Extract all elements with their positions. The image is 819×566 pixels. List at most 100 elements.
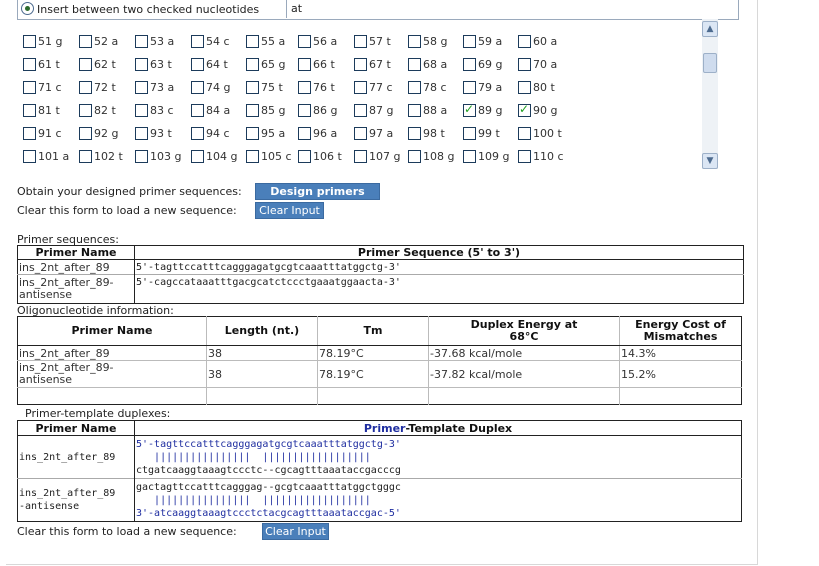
nucleotide-label: 85 g — [261, 104, 286, 117]
nucleotide-checkbox[interactable] — [79, 127, 92, 140]
nucleotide-checkbox[interactable] — [191, 81, 204, 94]
nucleotide-checkbox[interactable] — [79, 58, 92, 71]
nucleotide-checkbox[interactable] — [135, 81, 148, 94]
dup-alignment: 5'-tagttccatttcagggagatgcgtcaaatttatggct… — [135, 436, 742, 479]
nucleotide-checkbox[interactable] — [518, 81, 531, 94]
nucleotide-label: 84 a — [206, 104, 231, 117]
nucleotide-label: 74 g — [206, 81, 231, 94]
nucleotide-checkbox[interactable] — [298, 150, 311, 163]
insert-sequence-input[interactable]: at — [286, 0, 741, 18]
table-row: ins_2nt_after_89 38 78.19°C -37.68 kcal/… — [17, 345, 742, 361]
nucleotide-checkbox[interactable] — [354, 35, 367, 48]
nucleotide-checkbox[interactable] — [23, 58, 36, 71]
table-row — [17, 387, 742, 405]
nucleotide-checkbox[interactable] — [135, 35, 148, 48]
nucleotide-checkbox[interactable] — [135, 127, 148, 140]
nucleotide-checkbox[interactable] — [298, 104, 311, 117]
nucleotide-checkbox[interactable] — [408, 150, 421, 163]
nucleotide-label: 70 a — [533, 58, 558, 71]
dup-header-suffix: -Template Duplex — [405, 421, 513, 435]
nucleotide-checkbox[interactable] — [518, 102, 531, 117]
nucleotide-checkbox[interactable] — [191, 150, 204, 163]
scroll-down-arrow-icon[interactable]: ▼ — [702, 153, 718, 169]
scroll-thumb[interactable] — [703, 53, 717, 73]
nucleotide-grid: 51 g 52 a 53 a 54 c 55 a 56 a 57 t 58 g 59 a 60 a… — [17, 19, 717, 169]
empty-cell — [17, 387, 207, 405]
nucleotide-label: 60 a — [533, 35, 558, 48]
nucleotide-checkbox[interactable] — [23, 127, 36, 140]
nucleotide-checkbox[interactable] — [354, 58, 367, 71]
nucleotide-checkbox[interactable] — [79, 35, 92, 48]
nucleotide-label: 91 c — [38, 127, 62, 140]
col-mismatch-cost: Energy Cost of Mismatches — [619, 316, 742, 346]
nucleotide-checkbox[interactable] — [298, 35, 311, 48]
nucleotide-label: 79 a — [478, 81, 503, 94]
insert-radio[interactable] — [21, 2, 34, 15]
nucleotide-checkbox[interactable] — [246, 81, 259, 94]
nucleotide-checkbox[interactable] — [246, 58, 259, 71]
nucleotide-checkbox[interactable] — [463, 102, 476, 117]
nucleotide-checkbox[interactable] — [246, 150, 259, 163]
nucleotide-checkbox[interactable] — [298, 81, 311, 94]
nucleotide-checkbox[interactable] — [408, 81, 421, 94]
nucleotide-checkbox[interactable] — [191, 104, 204, 117]
nucleotide-checkbox[interactable] — [408, 127, 421, 140]
col-primer-sequence: Primer Sequence (5' to 3') — [134, 245, 744, 260]
nucleotide-label: 65 g — [261, 58, 286, 71]
nucleotide-checkbox[interactable] — [23, 150, 36, 163]
nucleotide-checkbox[interactable] — [463, 150, 476, 163]
nucleotide-checkbox[interactable] — [23, 81, 36, 94]
design-primers-button[interactable]: Design primers — [255, 183, 380, 200]
nucleotide-label: 102 t — [94, 150, 123, 163]
nucleotide-checkbox[interactable] — [408, 35, 421, 48]
oligo-mismatch-cost: 14.3% — [619, 345, 742, 361]
dup-template-line: gactagttccatttcagggag--gcgtcaaatttatggct… — [136, 481, 401, 493]
nucleotide-checkbox[interactable] — [463, 58, 476, 71]
nucleotide-checkbox[interactable] — [135, 104, 148, 117]
nucleotide-checkbox[interactable] — [298, 127, 311, 140]
nucleotide-checkbox[interactable] — [463, 127, 476, 140]
nucleotide-label: 92 g — [94, 127, 119, 140]
nucleotide-checkbox[interactable] — [354, 150, 367, 163]
nucleotide-checkbox[interactable] — [518, 150, 531, 163]
nucleotide-checkbox[interactable] — [79, 81, 92, 94]
table-row: ins_2nt_after_89 5'-tagttccatttcagggagat… — [17, 435, 742, 479]
oligo-length: 38 — [206, 345, 318, 361]
nucleotide-checkbox[interactable] — [135, 58, 148, 71]
col-duplex-energy: Duplex Energy at 68°C — [428, 316, 620, 346]
grid-scrollbar[interactable]: ▲ ▼ — [702, 19, 718, 169]
footer-clear-input-button[interactable]: Clear Input — [262, 523, 329, 540]
nucleotide-checkbox[interactable] — [463, 81, 476, 94]
scroll-up-arrow-icon[interactable]: ▲ — [702, 21, 718, 37]
nucleotide-label: 63 t — [150, 58, 172, 71]
nucleotide-checkbox[interactable] — [79, 104, 92, 117]
nucleotide-checkbox[interactable] — [518, 35, 531, 48]
nucleotide-label: 93 t — [150, 127, 172, 140]
nucleotide-checkbox[interactable] — [246, 104, 259, 117]
clear-input-button[interactable]: Clear Input — [255, 202, 324, 219]
nucleotide-checkbox[interactable] — [298, 58, 311, 71]
nucleotide-checkbox[interactable] — [518, 127, 531, 140]
oligo-tm: 78.19°C — [317, 360, 429, 388]
nucleotide-checkbox[interactable] — [354, 81, 367, 94]
nucleotide-checkbox[interactable] — [463, 35, 476, 48]
nucleotide-label: 94 c — [206, 127, 230, 140]
nucleotide-checkbox[interactable] — [408, 104, 421, 117]
nucleotide-checkbox[interactable] — [23, 104, 36, 117]
nucleotide-checkbox[interactable] — [354, 104, 367, 117]
nucleotide-checkbox[interactable] — [246, 127, 259, 140]
nucleotide-checkbox[interactable] — [246, 35, 259, 48]
nucleotide-checkbox[interactable] — [518, 58, 531, 71]
nucleotide-checkbox[interactable] — [191, 35, 204, 48]
nucleotide-checkbox[interactable] — [191, 58, 204, 71]
mismatch-cost-line2: Mismatches — [643, 330, 718, 343]
nucleotide-checkbox[interactable] — [191, 127, 204, 140]
nucleotide-checkbox[interactable] — [354, 127, 367, 140]
col-dup-primer-name: Primer Name — [17, 420, 135, 436]
nucleotide-label: 81 t — [38, 104, 60, 117]
nucleotide-checkbox[interactable] — [23, 35, 36, 48]
nucleotide-checkbox[interactable] — [408, 58, 421, 71]
nucleotide-checkbox[interactable] — [79, 150, 92, 163]
nucleotide-label: 76 t — [313, 81, 335, 94]
nucleotide-checkbox[interactable] — [135, 150, 148, 163]
